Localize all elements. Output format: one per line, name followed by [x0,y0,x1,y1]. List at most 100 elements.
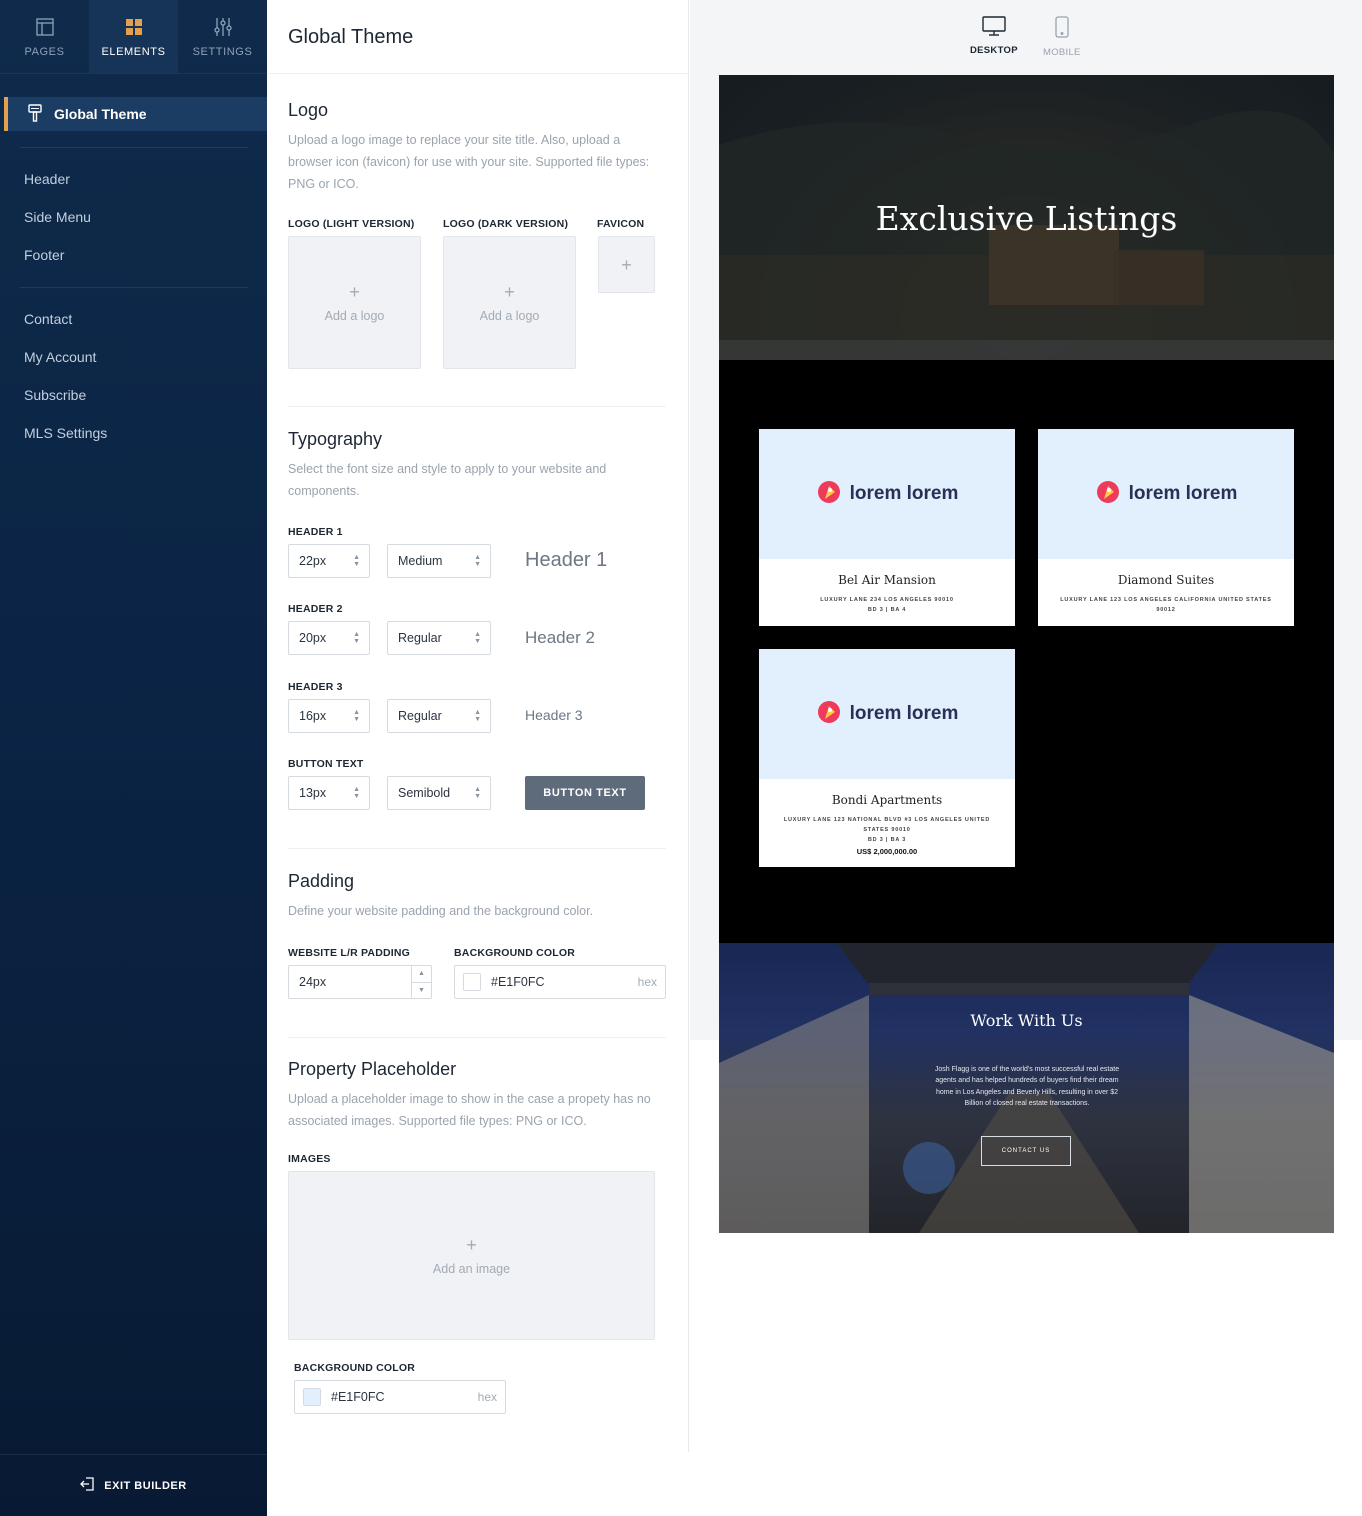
select-value: 16px [299,709,327,723]
hero-image: Exclusive Listings [719,75,1334,360]
tab-elements[interactable]: ELEMENTS [89,0,178,73]
mobile-icon [1055,16,1069,41]
color-value: #E1F0FC [331,1390,385,1404]
padding-section-title: Padding [288,871,355,891]
card-title: Bondi Apartments [831,793,943,807]
color-value: #E1F0FC [491,975,545,989]
select-value: Semibold [398,786,451,800]
chevron-updown-icon: ▲ ▼ [474,554,481,568]
header1-label: HEADER 1 [288,526,343,538]
listing-card[interactable]: lorem lorem Bondi Apartments LUXURY LANE… [759,649,1015,867]
chevron-updown-icon: ▲ ▼ [474,709,481,723]
sidebar-item-my-account[interactable]: My Account [24,338,248,376]
tab-label: PAGES [24,45,65,58]
exit-builder-button[interactable]: EXIT BUILDER [0,1454,267,1516]
placeholder-section-title: Property Placeholder [288,1059,457,1079]
sidebar-item-contact[interactable]: Contact [24,300,248,338]
header3-preview: Header 3 [525,707,583,723]
sidebar: PAGES ELEMENTS SETTINGS Global Theme Hea… [0,0,267,1516]
work-description: Josh Flagg is one of the world's most su… [934,1066,1120,1107]
header2-size-select[interactable]: 20px ▲ ▼ [288,621,370,655]
card-title: Diamond Suites [1117,573,1215,587]
sidebar-item-header[interactable]: Header [24,160,248,198]
tab-pages[interactable]: PAGES [0,0,89,73]
card-price: US$ 2,000,000.00 [856,847,918,856]
header3-weight-select[interactable]: Regular ▲ ▼ [387,699,491,733]
parrot-logo-icon [816,699,842,730]
logo-dark-upload[interactable]: + Add a logo [443,236,576,369]
card-address: LUXURY LANE 123 LOS ANGELES CALIFORNIA U… [1060,597,1272,613]
button-weight-select[interactable]: Semibold ▲ ▼ [387,776,491,810]
device-desktop[interactable]: DESKTOP [970,16,1018,56]
listing-card[interactable]: lorem lorem Diamond Suites LUXURY LANE 1… [1038,429,1294,626]
logo-light-label: LOGO (LIGHT VERSION) [288,218,415,230]
chevron-up-icon[interactable]: ▲ [412,966,431,982]
settings-panel: Global Theme Logo Upload a logo image to… [267,0,689,1452]
tab-settings[interactable]: SETTINGS [178,0,267,73]
card-logo-text: lorem lorem [849,703,959,724]
device-mobile[interactable]: MOBILE [1043,16,1081,58]
header2-preview: Header 2 [525,628,595,647]
header1-preview: Header 1 [525,549,608,571]
button-text-preview[interactable]: BUTTON TEXT [525,776,645,810]
upload-label: Add an image [432,1261,511,1276]
select-value: 20px [299,631,327,645]
logo-section-title: Logo [288,100,329,120]
listing-card[interactable]: lorem lorem Bel Air Mansion LUXURY LANE … [759,429,1015,626]
sidebar-item-side-menu[interactable]: Side Menu [24,198,248,236]
divider [267,73,689,74]
chevron-updown-icon: ▲ ▼ [353,554,360,568]
chevron-down-icon[interactable]: ▼ [412,981,431,999]
sidebar-item-label: Global Theme [54,106,147,122]
card-logo-text: lorem lorem [1128,483,1238,504]
placeholder-bg-color-field[interactable]: #E1F0FC hex [294,1380,506,1414]
stepper-buttons: ▲ ▼ [411,966,431,998]
work-title: Work With Us [970,1011,1083,1030]
plus-icon: + [621,254,632,275]
hero-title: Exclusive Listings [875,199,1178,238]
sidebar-item-subscribe[interactable]: Subscribe [24,376,248,414]
device-label: MOBILE [1043,47,1081,58]
header3-size-select[interactable]: 16px ▲ ▼ [288,699,370,733]
padding-bg-color-field[interactable]: #E1F0FC hex [454,965,666,999]
header2-weight-select[interactable]: Regular ▲ ▼ [387,621,491,655]
upload-label: Add a logo [479,308,540,323]
logo-light-upload[interactable]: + Add a logo [288,236,421,369]
panel-title: Global Theme [288,26,414,48]
nav-group-layout: Header Side Menu Footer [24,160,248,274]
sidebar-item-footer[interactable]: Footer [24,236,248,274]
padding-label: WEBSITE L/R PADDING [288,947,411,959]
card-placeholder: lorem lorem [759,429,1015,559]
tab-label: ELEMENTS [101,45,166,58]
hex-hint: hex [477,1390,497,1404]
paint-brush-icon [28,103,42,125]
padding-bg-label: BACKGROUND COLOR [454,947,576,959]
typography-section-desc: Select the font size and style to apply … [288,462,607,498]
chevron-updown-icon: ▲ ▼ [474,786,481,800]
select-value: Medium [398,554,443,568]
logo-dark-label: LOGO (DARK VERSION) [443,218,569,230]
padding-stepper[interactable]: 24px ▲ ▼ [288,965,432,999]
parrot-logo-icon [1095,479,1121,510]
desktop-icon [982,16,1006,39]
color-swatch[interactable] [303,1388,321,1406]
divider [288,1037,666,1038]
elements-icon [125,16,143,38]
sidebar-item-mls-settings[interactable]: MLS Settings [24,414,248,452]
header1-weight-select[interactable]: Medium ▲ ▼ [387,544,491,578]
settings-icon [213,16,232,38]
button-size-select[interactable]: 13px ▲ ▼ [288,776,370,810]
plus-icon: + [349,281,360,302]
plus-icon: + [504,281,515,302]
placeholder-image-upload[interactable]: + Add an image [288,1171,655,1340]
sidebar-item-global-theme[interactable]: Global Theme [4,97,267,131]
favicon-upload[interactable]: + [598,236,655,293]
chevron-updown-icon: ▲ ▼ [353,786,360,800]
header1-size-select[interactable]: 22px ▲ ▼ [288,544,370,578]
images-label: IMAGES [288,1153,331,1165]
placeholder-bg-label: BACKGROUND COLOR [294,1362,416,1374]
color-swatch[interactable] [463,973,481,991]
select-value: Regular [398,709,442,723]
select-value: Regular [398,631,442,645]
contact-us-button[interactable]: CONTACT US [981,1136,1071,1166]
